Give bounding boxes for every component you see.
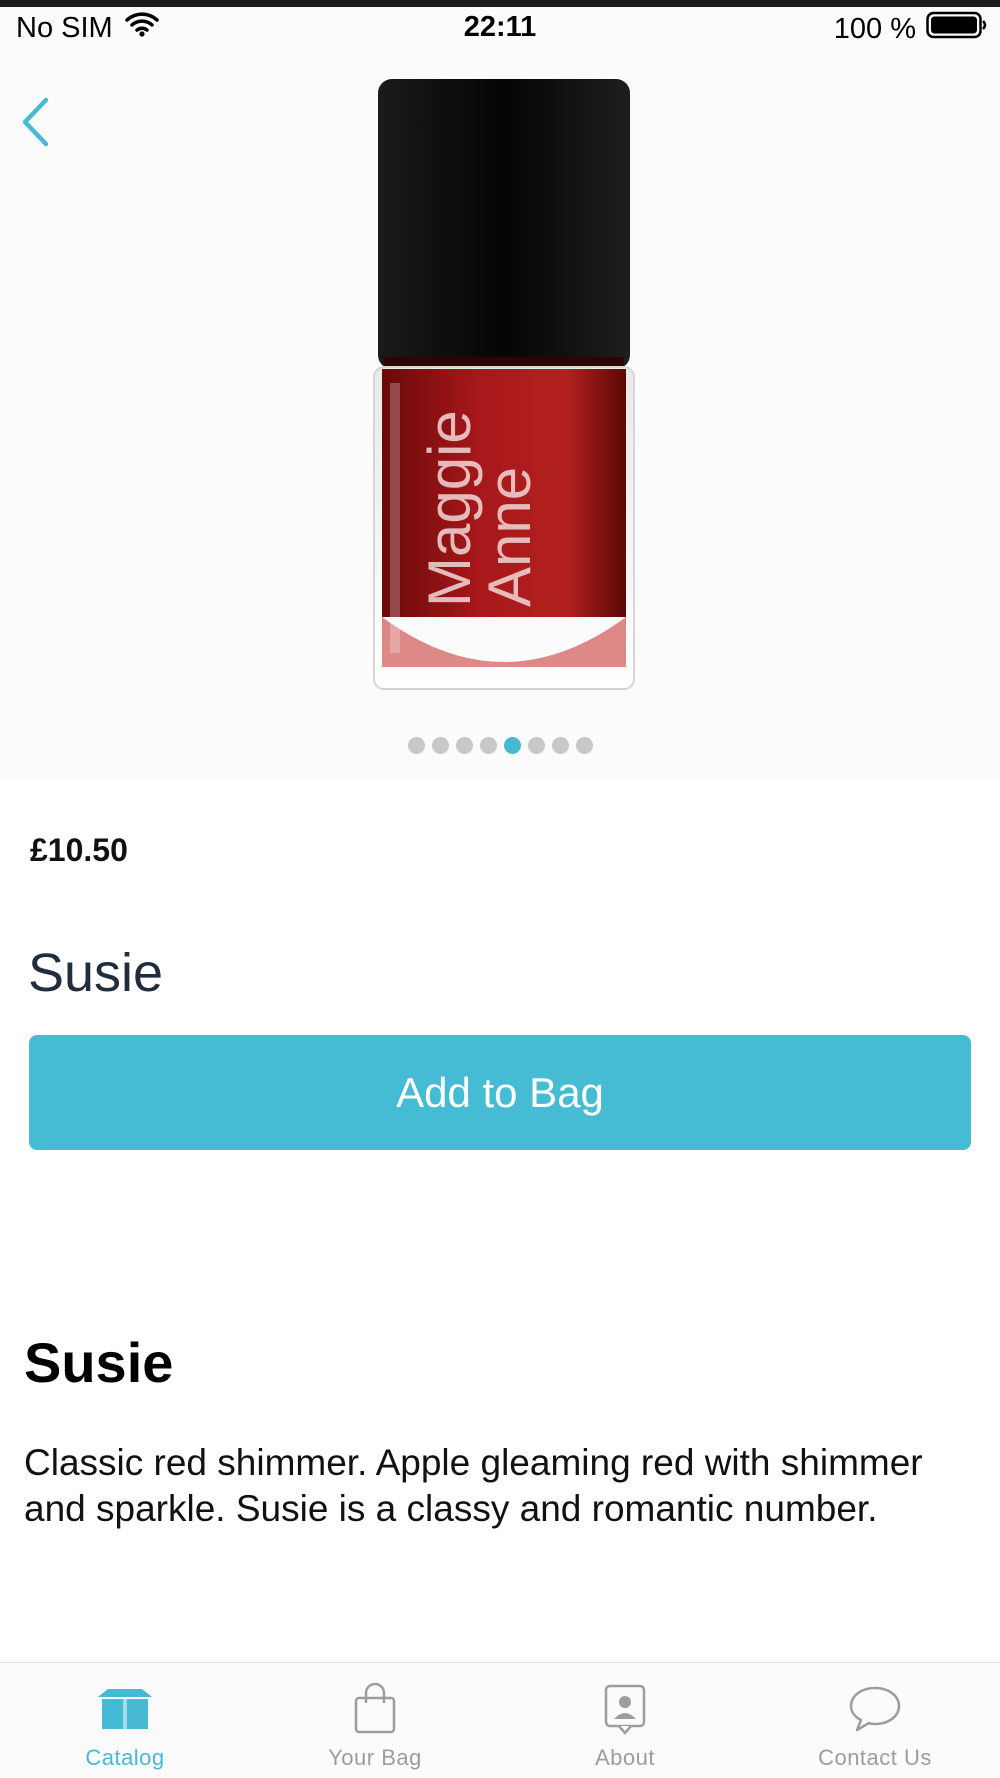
tab-label: About [595, 1745, 655, 1770]
tab-catalog[interactable]: Catalog [0, 1663, 250, 1778]
bag-icon [345, 1681, 405, 1737]
page-dot[interactable] [407, 737, 425, 754]
back-button[interactable] [10, 87, 60, 157]
page-dot[interactable] [503, 737, 521, 754]
page-dot[interactable] [575, 737, 593, 754]
page-indicator[interactable] [0, 737, 1000, 754]
page-dot[interactable] [479, 737, 497, 754]
nail-polish-bottle-image: Maggie Anne [373, 79, 635, 690]
chat-icon [845, 1681, 905, 1737]
top-strip [0, 0, 1000, 7]
chevron-left-icon [22, 97, 49, 147]
page-dot[interactable] [527, 737, 545, 754]
page-dot[interactable] [551, 737, 569, 754]
status-bar: No SIM 22:11 100 % [0, 7, 1000, 47]
bottle-brand-line2: Anne [476, 467, 543, 607]
product-name: Susie [28, 943, 164, 1003]
tab-contact-us[interactable]: Contact Us [750, 1663, 1000, 1778]
person-icon [595, 1681, 655, 1737]
tab-label: Contact Us [818, 1745, 932, 1770]
tab-bar: Catalog Your Bag About Contact Us [0, 1662, 1000, 1778]
bottle-brand-line1: Maggie [416, 410, 483, 607]
battery-icon [926, 11, 988, 47]
tab-about[interactable]: About [500, 1663, 750, 1778]
box-icon [95, 1681, 155, 1737]
page-dot[interactable] [455, 737, 473, 754]
status-right: 100 % [834, 11, 988, 47]
add-to-bag-button[interactable]: Add to Bag [29, 1035, 971, 1150]
tab-label: Catalog [85, 1745, 165, 1770]
tab-label: Your Bag [328, 1745, 422, 1770]
tab-your-bag[interactable]: Your Bag [250, 1663, 500, 1778]
battery-percent: 100 % [833, 12, 916, 45]
description-title: Susie [24, 1331, 174, 1394]
product-description: Classic red shimmer. Apple gleaming red … [24, 1442, 923, 1529]
product-gallery[interactable]: Maggie Anne [0, 47, 1000, 779]
product-price: £10.50 [30, 832, 128, 868]
page-dot[interactable] [431, 737, 449, 754]
